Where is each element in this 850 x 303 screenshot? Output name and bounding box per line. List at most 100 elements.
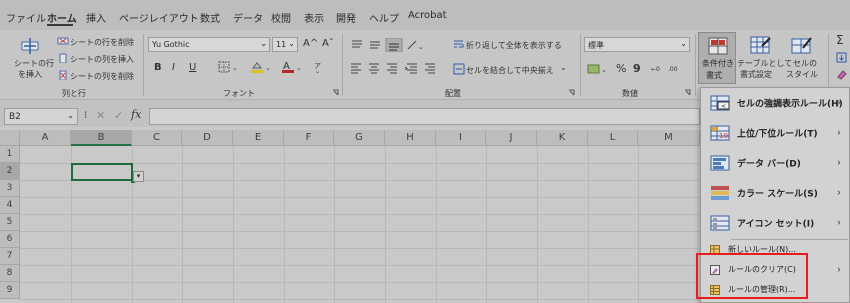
tab-formulas[interactable]: 数式 [200, 10, 220, 25]
insert-sheet-row-label-2[interactable]: を挿入 [18, 69, 42, 80]
comma-style-button[interactable]: 9 [633, 62, 641, 75]
column-header[interactable]: A [20, 130, 71, 146]
dialog-launcher-icon[interactable] [684, 89, 691, 96]
phonetic-icon[interactable]: ア⌄ [313, 60, 325, 74]
format-as-table-label-2[interactable]: 書式設定 [740, 69, 772, 80]
row-header[interactable]: 3 [0, 180, 20, 197]
enter-icon[interactable]: ✓ [114, 109, 123, 122]
shrink-font-button[interactable]: Aˇ [322, 38, 334, 49]
row-header[interactable]: 8 [0, 265, 20, 282]
column-header[interactable]: E [233, 130, 284, 146]
percent-button[interactable]: % [616, 62, 626, 75]
menu-item-data-bars[interactable]: データ バー(D) › [701, 148, 849, 178]
tab-review[interactable]: 校閲 [271, 10, 291, 25]
cell-styles-label-2[interactable]: スタイル [786, 69, 818, 80]
tab-page-layout[interactable]: ページレイアウト [119, 10, 199, 25]
borders-icon[interactable]: ⌄ [218, 61, 240, 73]
merge-center-button[interactable]: セルを結合して中央揃え [466, 65, 554, 76]
tab-home[interactable]: ホーム [47, 10, 77, 25]
column-header[interactable]: L [588, 130, 638, 146]
gridline [20, 299, 700, 300]
vertical-align-icons[interactable]: ⌄ [350, 38, 430, 52]
gridline [486, 146, 487, 303]
font-name-select[interactable]: Yu Gothic ⌄ [148, 37, 270, 52]
autosum-icon[interactable]: Σ [836, 33, 844, 47]
tab-developer[interactable]: 開発 [336, 10, 356, 25]
row-header[interactable]: 4 [0, 197, 20, 214]
conditional-formatting-label-2: 書式 [706, 71, 722, 80]
cell-styles-label-1[interactable]: セルの [793, 58, 817, 69]
insert-column-button[interactable]: シートの列を挿入 [70, 54, 134, 65]
column-header[interactable]: I [436, 130, 486, 146]
select-all-corner[interactable] [0, 130, 20, 146]
tab-view[interactable]: 表示 [304, 10, 324, 25]
merge-center-icon [453, 63, 465, 75]
cancel-icon[interactable]: ✕ [96, 109, 105, 122]
font-size-value: 11 [276, 40, 287, 49]
horizontal-align-icons[interactable] [350, 62, 440, 74]
column-header[interactable]: D [182, 130, 233, 146]
format-as-table-icon [750, 36, 771, 54]
wrap-text-button[interactable]: 折り返して全体を表示する [466, 40, 562, 51]
cell-styles-icon [791, 37, 812, 54]
row-header[interactable]: 6 [0, 231, 20, 248]
column-header[interactable]: C [132, 130, 182, 146]
fill-icon[interactable] [836, 52, 847, 63]
eraser-icon[interactable] [836, 69, 847, 80]
formula-input[interactable] [149, 108, 700, 125]
column-header[interactable]: J [486, 130, 537, 146]
row-header[interactable]: 2 [0, 163, 20, 180]
dropdown-arrow-button[interactable]: ▾ [133, 171, 144, 182]
row-header[interactable]: 1 [0, 146, 20, 163]
column-header[interactable]: K [537, 130, 588, 146]
number-format-select[interactable]: 標準 ⌄ [584, 37, 690, 52]
dialog-launcher-icon[interactable] [332, 89, 339, 96]
chevron-right-icon: › [837, 264, 841, 276]
tab-data[interactable]: データ [233, 10, 263, 25]
menu-item-color-scales[interactable]: カラー スケール(S) › [701, 178, 849, 208]
conditional-formatting-button[interactable]: 条件付き 書式 [698, 32, 736, 84]
delete-column-button[interactable]: シートの列を削除 [70, 71, 134, 82]
italic-button[interactable]: I [172, 62, 175, 73]
insert-function-button[interactable]: fx [131, 108, 141, 121]
format-as-table-label-1[interactable]: テーブルとして [737, 58, 792, 69]
currency-icon[interactable]: ⌄ [587, 63, 609, 75]
chevron-down-icon[interactable]: ⌄ [560, 63, 567, 72]
underline-button[interactable]: U [189, 62, 196, 73]
more-options-icon[interactable]: ⁝ [84, 110, 87, 121]
svg-text:⌄: ⌄ [601, 66, 607, 74]
bold-button[interactable]: B [154, 62, 162, 73]
column-header[interactable]: F [284, 130, 334, 146]
dialog-launcher-icon[interactable] [568, 89, 575, 96]
separator [695, 34, 696, 96]
insert-sheet-row-label[interactable]: シートの行 [14, 58, 54, 69]
delete-row-button[interactable]: シートの行を削除 [70, 37, 134, 48]
row-header[interactable]: 5 [0, 214, 20, 231]
row-header[interactable]: 9 [0, 282, 20, 299]
insert-sheet-row-icon[interactable] [20, 36, 42, 56]
insert-column-icon [59, 53, 67, 63]
tab-file[interactable]: ファイル [6, 10, 46, 25]
active-cell-b2[interactable] [71, 163, 133, 181]
menu-item-highlight-rules[interactable]: < セルの強調表示ルール(H) › [701, 88, 849, 118]
column-header[interactable]: H [385, 130, 436, 146]
conditional-formatting-label-1: 条件付き [702, 59, 734, 68]
menu-item-icon-sets[interactable]: アイコン セット(I) › [701, 208, 849, 238]
fill-color-icon[interactable]: ⌄ [250, 60, 274, 74]
tab-help[interactable]: ヘルプ [369, 10, 399, 25]
column-header[interactable]: B [71, 130, 132, 146]
chevron-down-icon: ⌄ [680, 39, 687, 48]
column-header[interactable]: M [638, 130, 700, 146]
row-header[interactable]: 7 [0, 248, 20, 265]
font-color-icon[interactable]: A ⌄ [281, 60, 305, 74]
tab-acrobat[interactable]: Acrobat [408, 10, 447, 21]
column-header[interactable]: G [334, 130, 385, 146]
font-size-select[interactable]: 11 ⌄ [272, 37, 298, 52]
menu-item-top-bottom-rules[interactable]: 10 上位/下位ルール(T) › [701, 118, 849, 148]
grow-font-button[interactable]: A^ [303, 38, 318, 49]
chevron-down-icon: ⌄ [260, 39, 267, 48]
tab-insert[interactable]: 挿入 [86, 10, 106, 25]
gridline [284, 146, 285, 303]
decimal-adjust-icons[interactable]: ←0 .00 [651, 62, 685, 74]
name-box[interactable]: B2 ⌄ [4, 108, 78, 125]
